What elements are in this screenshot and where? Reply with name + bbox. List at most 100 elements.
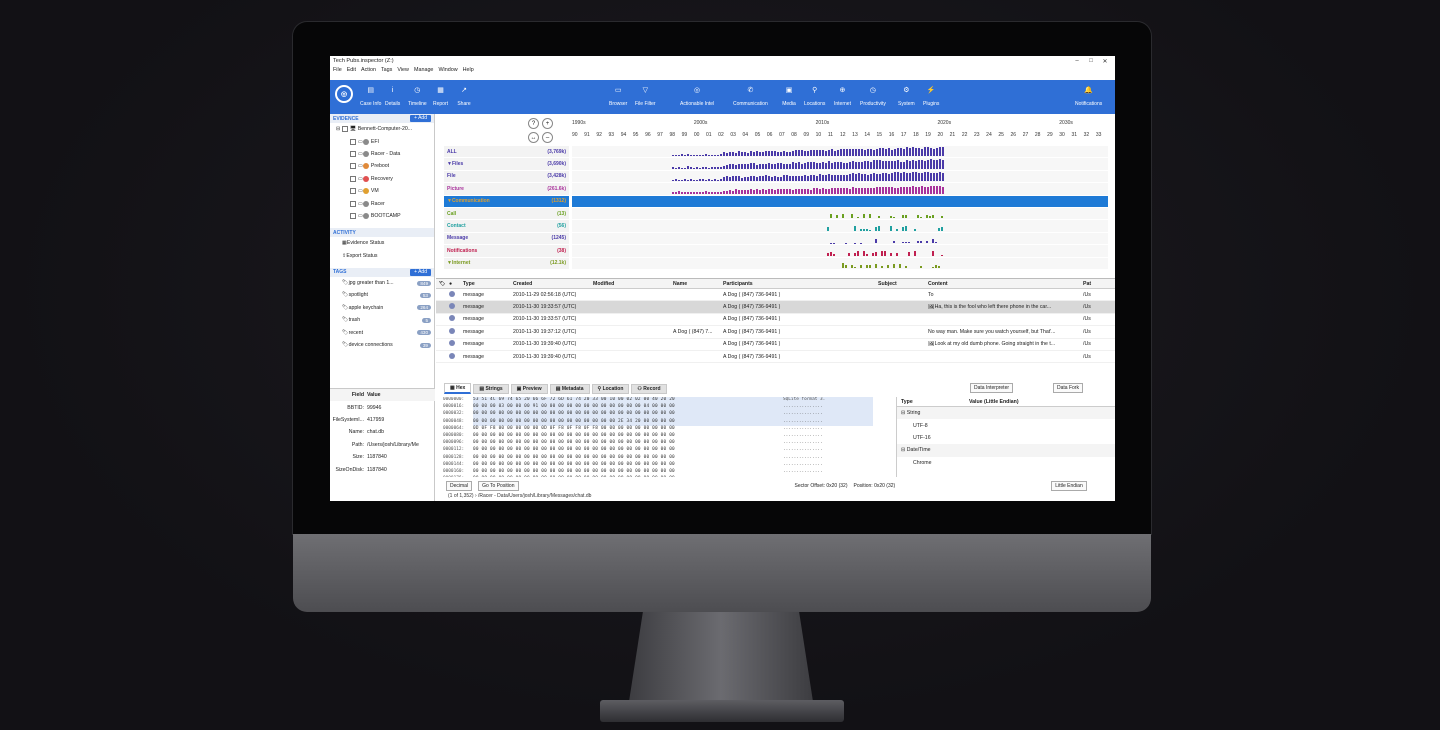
interpreter-row[interactable]: ⊟ String: [897, 407, 1115, 420]
checkbox[interactable]: [350, 188, 356, 195]
menu-view[interactable]: View: [397, 67, 409, 73]
evidence-item[interactable]: ▭ Racer: [330, 197, 434, 209]
timeline-bar-row[interactable]: [572, 207, 1108, 221]
evidence-root[interactable]: ⊟ 🖥 Bennett-Computer-20...: [330, 123, 434, 135]
fit-icon[interactable]: ↔: [528, 132, 539, 143]
timeline-bar-row[interactable]: [572, 183, 1108, 196]
toolbar-locations-button[interactable]: ⚲ Locations: [804, 83, 825, 107]
timeline-row-label[interactable]: File (3,428k): [444, 170, 569, 184]
evidence-item[interactable]: ▭ Recovery: [330, 173, 434, 185]
data-interpreter-select[interactable]: Data Interpreter: [970, 383, 1014, 393]
checkbox[interactable]: [350, 212, 356, 219]
toolbar-productivity-button[interactable]: ◷ Productivity: [860, 83, 886, 107]
interpreter-row[interactable]: UTF-8: [897, 419, 1115, 431]
evidence-item[interactable]: ▭ EFI: [330, 135, 434, 147]
checkbox[interactable]: [341, 126, 348, 133]
tag-item[interactable]: 🏷 device connections 39: [330, 339, 434, 351]
minimize-button[interactable]: –: [1070, 58, 1084, 64]
tag-item[interactable]: 🏷 spotlight 53: [330, 289, 434, 301]
timeline-row-label[interactable]: Picture (261.6k): [444, 183, 569, 196]
toolbar-communication-button[interactable]: ✆ Communication: [733, 83, 768, 107]
add-evidence-button[interactable]: + Add: [410, 115, 431, 122]
menu-tags[interactable]: Tags: [381, 67, 392, 73]
timeline-bar-row[interactable]: [572, 170, 1108, 184]
tab-location[interactable]: ⚲ Location: [591, 383, 630, 394]
toolbar-notifications-button[interactable]: 🔔 Notifications: [1075, 83, 1102, 107]
activity-item[interactable]: ▦ Evidence Status: [330, 237, 434, 249]
checkbox[interactable]: [350, 200, 356, 207]
toolbar-file-filter-button[interactable]: ▽ File Filter: [635, 83, 656, 107]
evidence-item[interactable]: ▭ BOOTCAMP: [330, 210, 434, 222]
go-to-position-input[interactable]: Go To Position: [478, 480, 519, 491]
menu-edit[interactable]: Edit: [347, 67, 356, 73]
column-header-pat[interactable]: Pat: [1080, 281, 1100, 287]
menu-help[interactable]: Help: [463, 67, 474, 73]
timeline-bar-row[interactable]: [572, 257, 1108, 270]
table-row[interactable]: message 2010-11-30 19:39:40 (UTC) A Dog ( …: [436, 339, 1115, 351]
column-header-content[interactable]: Content: [925, 281, 1080, 287]
checkbox[interactable]: [350, 175, 356, 182]
interpreter-row[interactable]: UTF-16: [897, 432, 1115, 444]
tag-item[interactable]: 🏷 apple keychain 264: [330, 302, 434, 314]
tag-column-icon[interactable]: 🏷: [436, 281, 446, 287]
column-header-participants[interactable]: Participants: [720, 281, 875, 287]
tab-preview[interactable]: ▣ Preview: [510, 383, 548, 394]
table-row[interactable]: message 2010-11-30 19:33:57 (UTC) A Dog ( …: [436, 301, 1115, 314]
timeline-bar-row[interactable]: [572, 232, 1108, 246]
toolbar-details-button[interactable]: i Details: [385, 83, 400, 108]
interpreter-row[interactable]: ⊟ Date/Time: [897, 444, 1115, 457]
toolbar-browser-button[interactable]: ▭ Browser: [609, 83, 627, 107]
toolbar-report-button[interactable]: ▦ Report: [433, 83, 448, 107]
interpreter-row[interactable]: Chrome: [897, 457, 1115, 469]
close-button[interactable]: ✕: [1098, 58, 1112, 65]
evidence-item[interactable]: ▭ Preboot: [330, 160, 434, 172]
toolbar-system-button[interactable]: ⚙ System: [898, 83, 915, 107]
menu-file[interactable]: File: [333, 67, 342, 73]
zoom-in-button[interactable]: +: [542, 118, 553, 129]
help-icon[interactable]: ?: [528, 118, 539, 129]
toolbar-timeline-button[interactable]: ◷ Timeline: [408, 83, 427, 107]
timeline-row-label[interactable]: ▼Files (3,690k): [444, 158, 569, 171]
checkbox[interactable]: [350, 138, 356, 145]
tab-record[interactable]: ⚇ Record: [631, 383, 667, 394]
table-row[interactable]: message 2010-11-30 19:37:12 (UTC) A Dog ( …: [436, 326, 1115, 339]
maximize-button[interactable]: □: [1084, 58, 1098, 64]
column-header-modified[interactable]: Modified: [590, 281, 670, 287]
toolbar-case-info-button[interactable]: ▤ Case Info: [360, 83, 381, 107]
tab-hex[interactable]: ▦ Hex: [444, 383, 472, 394]
add-tag-button[interactable]: + Add: [410, 268, 431, 276]
tab-metadata[interactable]: ▤ Metadata: [549, 383, 590, 394]
menu-action[interactable]: Action: [361, 67, 376, 73]
hex-viewer[interactable]: 0000000: 53 51 4C 69 74 65 20 66 6F 72 6D…: [443, 397, 883, 477]
checkbox[interactable]: [350, 150, 356, 157]
timeline-row-label[interactable]: ▼Internet (12.1k): [444, 257, 569, 270]
timeline-bar-row[interactable]: [572, 158, 1108, 171]
toolbar-share-button[interactable]: ↗ Share: [457, 83, 471, 107]
table-row[interactable]: message 2010-11-29 02:56:18 (UTC) A Dog ( …: [436, 289, 1115, 302]
table-row[interactable]: message 2010-11-30 19:33:57 (UTC) A Dog ( …: [436, 314, 1115, 327]
data-fork-select[interactable]: Data Fork: [1053, 383, 1083, 393]
status-column-icon[interactable]: ●: [446, 281, 460, 287]
timeline-bar-row[interactable]: [572, 146, 1108, 159]
tag-item[interactable]: 🏷 recent 430: [330, 326, 434, 338]
toolbar-media-button[interactable]: ▣ Media: [782, 83, 796, 107]
column-header-name[interactable]: Name: [670, 281, 720, 287]
column-header-subject[interactable]: Subject: [875, 281, 925, 287]
evidence-item[interactable]: ▭ Racer - Data: [330, 148, 434, 160]
timeline-bar-row[interactable]: [572, 245, 1108, 258]
menu-window[interactable]: Window: [438, 67, 457, 73]
timeline-row-label[interactable]: Contact (56): [444, 220, 569, 233]
tag-item[interactable]: 🏷 jpg greater than 1... 849: [330, 277, 434, 289]
timeline-row-label[interactable]: Call (13): [444, 207, 569, 221]
number-mode-select[interactable]: Decimal: [446, 480, 473, 491]
timeline-row-label[interactable]: Message (1245): [444, 232, 569, 246]
evidence-item[interactable]: ▭ VM: [330, 185, 434, 197]
checkbox[interactable]: [350, 163, 356, 170]
activity-item[interactable]: ⇪ Export Status: [330, 250, 434, 262]
timeline-row-label[interactable]: ▼Communication (1312): [444, 195, 569, 208]
timeline-bar-row[interactable]: [572, 220, 1108, 233]
column-header-type[interactable]: Type: [460, 281, 510, 287]
column-header-created[interactable]: Created: [510, 281, 590, 287]
zoom-out-button[interactable]: –: [542, 132, 553, 143]
menu-manage[interactable]: Manage: [414, 67, 433, 73]
